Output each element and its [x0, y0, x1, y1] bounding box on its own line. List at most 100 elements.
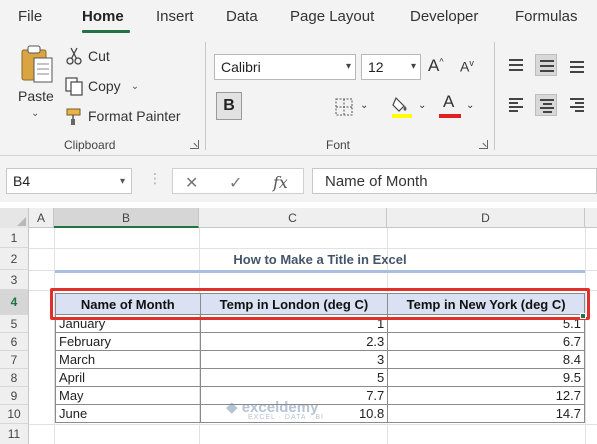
clipboard-group-label: Clipboard: [64, 138, 116, 152]
align-center-icon[interactable]: [535, 94, 557, 116]
table-cell[interactable]: April: [55, 368, 201, 387]
column-header-a[interactable]: A: [29, 208, 54, 228]
font-size-value: 12: [368, 59, 384, 75]
formula-input[interactable]: Name of Month: [312, 168, 597, 194]
row-header[interactable]: 3: [0, 270, 29, 290]
shrink-font-button[interactable]: Av: [460, 58, 474, 75]
shrink-font-letter: A: [460, 58, 470, 75]
table-cell[interactable]: 10.8: [199, 404, 389, 423]
paste-dropdown-icon[interactable]: ⌄: [31, 108, 39, 119]
format-painter-label: Format Painter: [88, 108, 181, 124]
format-painter-button[interactable]: Format Painter: [64, 106, 181, 126]
table-cell[interactable]: February: [55, 332, 201, 351]
table-row: May 7.7 12.7: [55, 386, 585, 405]
copy-icon: [65, 77, 83, 96]
middle-align-icon[interactable]: [535, 54, 557, 76]
column-header-c[interactable]: C: [199, 208, 387, 228]
tab-home[interactable]: Home: [82, 8, 124, 25]
row-header[interactable]: 11: [0, 424, 29, 444]
sheet-title[interactable]: How to Make a Title in Excel: [55, 248, 585, 271]
table-cell[interactable]: 12.7: [387, 386, 585, 405]
insert-function-icon[interactable]: fx: [273, 173, 288, 192]
tab-developer[interactable]: Developer: [410, 8, 478, 25]
column-header-d[interactable]: D: [387, 208, 585, 228]
paste-button[interactable]: Paste: [18, 88, 54, 104]
font-group-label: Font: [326, 138, 351, 152]
row-header[interactable]: 1: [0, 228, 29, 248]
table-cell[interactable]: May: [55, 386, 201, 405]
bold-button[interactable]: B: [216, 92, 242, 120]
align-right-icon[interactable]: [566, 94, 588, 116]
tab-formulas[interactable]: Formulas: [515, 8, 578, 25]
ribbon: Paste ⌄ Cut Copy ⌄ Format Painter Clipbo…: [0, 34, 597, 156]
borders-dropdown-icon[interactable]: ⌄: [360, 100, 368, 111]
fill-color-icon[interactable]: [390, 94, 414, 120]
copy-label: Copy: [88, 78, 121, 94]
borders-icon[interactable]: [333, 96, 355, 118]
row-header[interactable]: 2: [0, 248, 29, 270]
format-painter-icon: [66, 108, 81, 125]
formula-bar: B4 ▾ ⋮ ✕ ✓ fx Name of Month: [0, 156, 597, 202]
font-size-select[interactable]: 12 ▾: [361, 54, 421, 80]
fill-handle[interactable]: [580, 313, 586, 319]
cut-button[interactable]: Cut: [64, 46, 110, 66]
worksheet-grid[interactable]: A B C D 1 2 3 4 5 6 7 8 9 10 11 How to M…: [0, 208, 597, 444]
copy-button[interactable]: Copy ⌄: [64, 76, 139, 96]
table-row: June 10.8 14.7: [55, 404, 585, 423]
table-cell[interactable]: March: [55, 350, 201, 369]
font-color-swatch: [439, 114, 461, 118]
column-header-b[interactable]: B: [54, 208, 199, 228]
fill-color-dropdown-icon[interactable]: ⌄: [418, 100, 426, 111]
cancel-icon[interactable]: ✕: [185, 173, 198, 193]
row-header[interactable]: 6: [0, 333, 29, 351]
tab-data[interactable]: Data: [226, 8, 258, 25]
name-box-value: B4: [13, 173, 31, 189]
row-header[interactable]: 7: [0, 351, 29, 369]
table-cell[interactable]: 5: [199, 368, 389, 387]
table-cell[interactable]: 2.3: [199, 332, 389, 351]
font-color-button[interactable]: A: [438, 92, 462, 120]
table-row: March 3 8.4: [55, 350, 585, 369]
copy-dropdown-icon[interactable]: ⌄: [131, 81, 139, 92]
align-left-icon[interactable]: [505, 94, 527, 116]
table-cell[interactable]: 6.7: [387, 332, 585, 351]
font-family-select[interactable]: Calibri ▾: [214, 54, 356, 80]
table-cell[interactable]: 9.5: [387, 368, 585, 387]
tab-file[interactable]: File: [18, 8, 42, 25]
table-row: February 2.3 6.7: [55, 332, 585, 351]
title-bottom-border: [55, 270, 585, 273]
name-box[interactable]: B4 ▾: [6, 168, 132, 194]
gridline: [585, 228, 586, 444]
row-header[interactable]: 4: [0, 290, 29, 315]
table-cell[interactable]: 7.7: [199, 386, 389, 405]
font-color-dropdown-icon[interactable]: ⌄: [466, 100, 474, 111]
font-color-icon: A: [443, 92, 455, 111]
paste-icon[interactable]: [20, 44, 56, 84]
tab-insert[interactable]: Insert: [156, 8, 194, 25]
clipboard-launcher-icon[interactable]: [190, 140, 199, 149]
row-header[interactable]: 10: [0, 405, 29, 424]
row-header[interactable]: 9: [0, 387, 29, 405]
enter-icon[interactable]: ✓: [229, 173, 242, 193]
select-all-button[interactable]: [0, 208, 29, 228]
gridline: [29, 424, 597, 425]
table-cell[interactable]: June: [55, 404, 201, 423]
row-header[interactable]: 5: [0, 315, 29, 333]
row-header[interactable]: 8: [0, 369, 29, 387]
grow-font-letter: A: [428, 56, 440, 75]
bottom-align-icon[interactable]: [566, 54, 588, 76]
chevron-down-icon: ▾: [119, 176, 125, 187]
table-cell[interactable]: 14.7: [387, 404, 585, 423]
tab-page-layout[interactable]: Page Layout: [290, 8, 374, 25]
font-launcher-icon[interactable]: [479, 140, 488, 149]
scissors-icon: [66, 47, 82, 65]
drag-handle-icon[interactable]: ⋮: [148, 170, 162, 187]
formula-buttons: ✕ ✓ fx: [172, 168, 304, 194]
ribbon-divider: [494, 42, 495, 150]
top-align-icon[interactable]: [505, 54, 527, 76]
column-headers: A B C D: [0, 208, 597, 228]
table-cell[interactable]: 8.4: [387, 350, 585, 369]
header-highlight-box: [50, 288, 590, 320]
grow-font-button[interactable]: A^: [428, 56, 444, 76]
table-cell[interactable]: 3: [199, 350, 389, 369]
